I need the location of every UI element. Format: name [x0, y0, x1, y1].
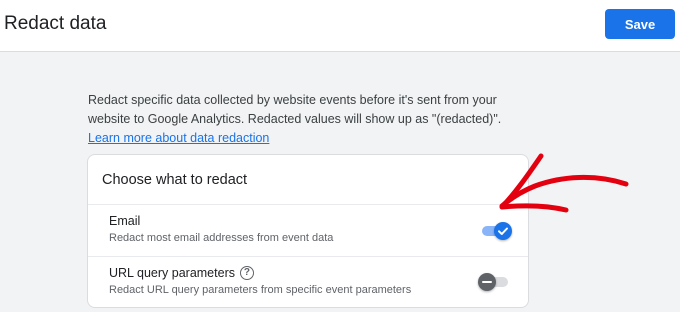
redact-row-email: Email Redact most email addresses from e…: [88, 205, 528, 257]
card-title: Choose what to redact: [102, 172, 248, 188]
learn-more-link[interactable]: Learn more about data redaction: [88, 131, 269, 145]
save-button[interactable]: Save: [605, 9, 675, 39]
toggle-knob: [478, 273, 496, 291]
url-query-label: URL query parameters: [109, 266, 235, 280]
redact-row-title: URL query parameters ?: [109, 266, 254, 280]
email-description: Redact most email addresses from event d…: [109, 232, 334, 244]
check-icon: [498, 227, 508, 235]
email-toggle[interactable]: [480, 222, 512, 240]
redact-row-url-query: URL query parameters ? Redact URL query …: [88, 257, 528, 309]
redact-row-title: Email: [109, 214, 140, 228]
minus-icon: [482, 281, 492, 283]
toggle-knob: [494, 222, 512, 240]
email-label: Email: [109, 214, 141, 228]
page-title: Redact data: [4, 13, 107, 34]
url-query-description: Redact URL query parameters from specifi…: [109, 284, 412, 296]
help-icon[interactable]: ?: [239, 266, 254, 280]
url-query-toggle[interactable]: [478, 273, 510, 291]
intro-text: Redact specific data collected by websit…: [88, 93, 502, 126]
redaction-card: Choose what to redact Email Redact most …: [87, 154, 529, 308]
page-header: Redact data Save: [0, 0, 680, 52]
intro-description: Redact specific data collected by websit…: [88, 91, 528, 148]
